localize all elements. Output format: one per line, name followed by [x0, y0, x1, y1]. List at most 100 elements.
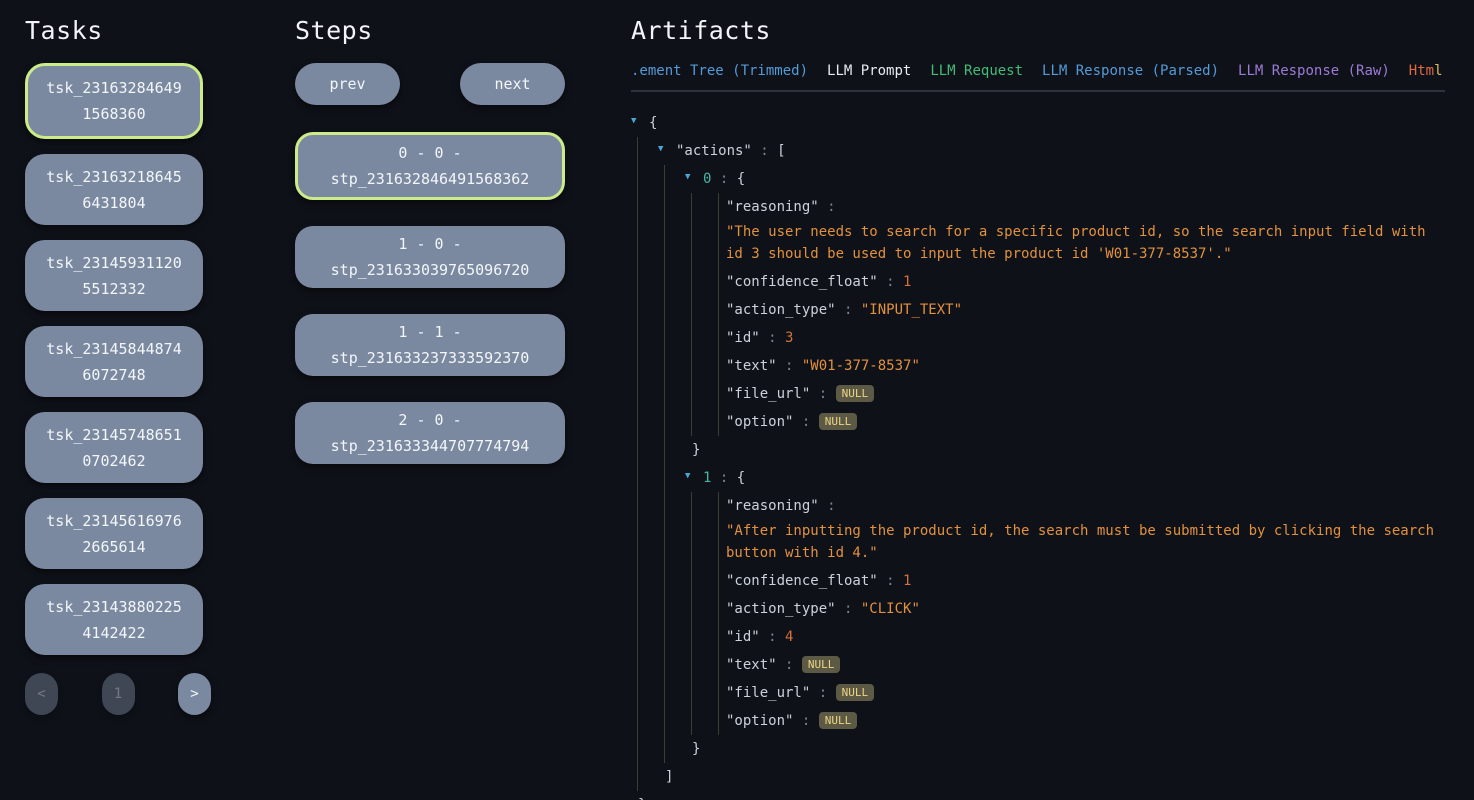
indent-guide	[631, 137, 658, 165]
indent-guide	[631, 520, 658, 567]
null-badge: NULL	[802, 656, 841, 673]
task-button[interactable]: tsk_231632186456431804	[25, 154, 203, 225]
indent-guide	[712, 296, 726, 324]
task-button[interactable]: tsk_231458448746072748	[25, 326, 203, 397]
json-line-content: "text" : NULL	[726, 651, 1445, 679]
json-line-content: "confidence_float" : 1	[726, 268, 1445, 296]
indent-guide	[631, 352, 658, 380]
json-line: }	[631, 791, 1445, 800]
tab-label-segment: (	[1443, 63, 1446, 79]
indent-guide	[658, 492, 685, 520]
json-token: 1	[903, 274, 911, 290]
collapse-arrow-icon[interactable]: ▼	[685, 165, 703, 193]
indent-guide	[712, 567, 726, 595]
task-button[interactable]: tsk_231632846491568360	[25, 63, 203, 139]
indent-guide	[631, 324, 658, 352]
pagination-next-button[interactable]: >	[178, 673, 211, 715]
collapse-arrow-icon[interactable]: ▼	[658, 137, 676, 165]
tab-llm-prompt[interactable]: LLM Prompt	[827, 63, 911, 79]
json-token: :	[777, 657, 802, 673]
indent-guide	[631, 408, 658, 436]
indent-guide	[631, 492, 658, 520]
tab-html-raw[interactable]: Html (Raw)	[1409, 63, 1445, 79]
indent-guide	[685, 324, 712, 352]
tab-llm-response-raw[interactable]: LLM Response (Raw)	[1238, 63, 1390, 79]
tab-label-segment: Htm	[1409, 63, 1434, 79]
json-token: :	[711, 171, 736, 187]
json-line-content: "The user needs to search for a specific…	[726, 221, 1445, 268]
indent-guide	[631, 623, 658, 651]
step-button[interactable]: 1 - 0 - stp_231633039765096720	[295, 226, 565, 288]
indent-guide	[712, 221, 726, 268]
json-line-content: }	[685, 436, 1445, 464]
tab-llm-request[interactable]: LLM Request	[930, 63, 1023, 79]
json-line: "action_type" : "INPUT_TEXT"	[631, 296, 1445, 324]
step-button[interactable]: 1 - 1 - stp_231633237333592370	[295, 314, 565, 376]
indent-guide	[658, 436, 685, 464]
indent-guide	[631, 567, 658, 595]
tab-element-tree-trimmed[interactable]: .ement Tree (Trimmed)	[631, 63, 808, 79]
tasks-title: Tasks	[25, 16, 268, 45]
indent-guide	[712, 679, 726, 707]
json-token: "id"	[726, 330, 760, 346]
json-line-content: "text" : "W01-377-8537"	[726, 352, 1445, 380]
indent-guide	[658, 651, 685, 679]
json-line: "id" : 3	[631, 324, 1445, 352]
json-token: "file_url"	[726, 386, 810, 402]
indent-guide	[658, 735, 685, 763]
indent-guide	[685, 380, 712, 408]
indent-guide	[631, 221, 658, 268]
indent-guide	[658, 679, 685, 707]
step-button[interactable]: 2 - 0 - stp_231633344707774794	[295, 402, 565, 464]
step-button[interactable]: 0 - 0 - stp_231632846491568362	[295, 132, 565, 200]
indent-guide	[631, 193, 658, 221]
task-list: tsk_231632846491568360 tsk_23163218645643…	[25, 63, 268, 655]
json-token: [	[777, 143, 785, 159]
json-line-content: ]	[658, 763, 1445, 791]
indent-guide	[712, 520, 726, 567]
indent-guide	[685, 651, 712, 679]
json-token: 3	[785, 330, 793, 346]
collapse-arrow-icon[interactable]: ▼	[631, 109, 649, 137]
indent-guide	[631, 595, 658, 623]
json-line-content: {	[649, 109, 1445, 137]
json-token: "After inputting the product id, the sea…	[726, 523, 1434, 561]
json-line: "The user needs to search for a specific…	[631, 221, 1445, 268]
steps-prev-button[interactable]: prev	[295, 63, 400, 105]
task-button[interactable]: tsk_231459311205512332	[25, 240, 203, 311]
pagination-prev-button[interactable]: <	[25, 673, 58, 715]
tab-bar: .ement Tree (Trimmed) LLM Prompt LLM Reque…	[631, 63, 1445, 92]
json-token: "action_type"	[726, 302, 836, 318]
indent-guide	[658, 595, 685, 623]
tab-llm-response-parsed[interactable]: LLM Response (Parsed)	[1042, 63, 1219, 79]
task-button[interactable]: tsk_231438802254142422	[25, 584, 203, 655]
pagination-page-button[interactable]: 1	[102, 673, 135, 715]
steps-next-button[interactable]: next	[460, 63, 565, 105]
json-line-content: "file_url" : NULL	[726, 380, 1445, 408]
json-token: :	[777, 358, 802, 374]
step-list: 0 - 0 - stp_231632846491568362 1 - 0 - st…	[295, 132, 604, 464]
indent-guide	[631, 296, 658, 324]
collapse-arrow-icon[interactable]: ▼	[685, 464, 703, 492]
json-token: "text"	[726, 358, 777, 374]
task-button[interactable]: tsk_231456169762665614	[25, 498, 203, 569]
indent-guide	[685, 408, 712, 436]
json-line-content: "action_type" : "INPUT_TEXT"	[726, 296, 1445, 324]
indent-guide	[631, 679, 658, 707]
indent-guide	[712, 595, 726, 623]
indent-guide	[658, 707, 685, 735]
indent-guide	[685, 296, 712, 324]
indent-guide	[658, 464, 685, 492]
app-root: Tasks tsk_231632846491568360 tsk_23163218…	[0, 0, 1474, 800]
indent-guide	[685, 707, 712, 735]
indent-guide	[658, 268, 685, 296]
json-token: {	[737, 171, 745, 187]
indent-guide	[658, 520, 685, 567]
task-button[interactable]: tsk_231457486510702462	[25, 412, 203, 483]
json-line: "text" : NULL	[631, 651, 1445, 679]
json-token: :	[793, 713, 818, 729]
json-token: "reasoning"	[726, 199, 819, 215]
json-line: "reasoning" :	[631, 492, 1445, 520]
json-line-content: "id" : 4	[726, 623, 1445, 651]
json-token: :	[819, 199, 836, 215]
